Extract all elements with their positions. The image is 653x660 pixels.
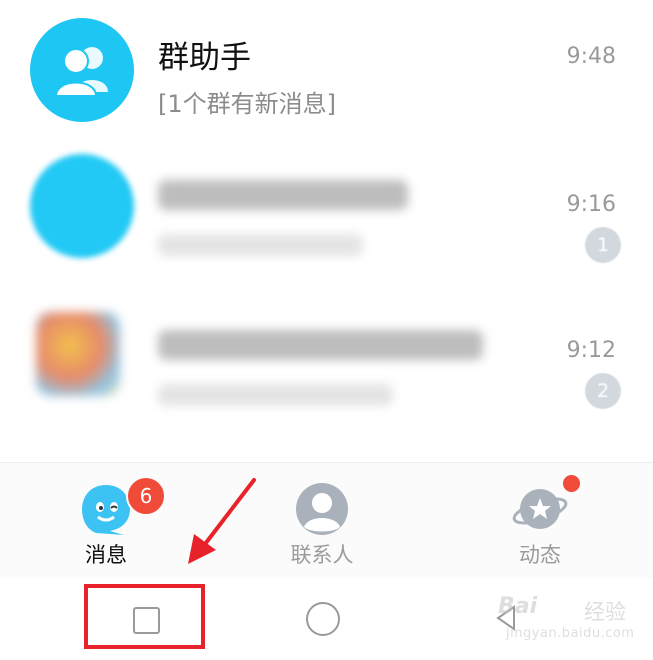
watermark-name: 经验 bbox=[584, 600, 626, 624]
baidu-jingyan-watermark: Bai 经验 jingyan.baidu.com bbox=[486, 592, 646, 652]
bottom-tab-bar: 6 消息 联系人 动态 bbox=[0, 462, 653, 578]
tab-label: 消息 bbox=[85, 543, 127, 567]
watermark-url: jingyan.baidu.com bbox=[506, 626, 635, 641]
group-assistant-avatar bbox=[30, 18, 134, 122]
tab-messages[interactable]: 6 消息 bbox=[36, 463, 176, 578]
new-activity-dot bbox=[561, 473, 582, 494]
contact-person-icon bbox=[296, 483, 348, 535]
chat-preview: [1个群有新消息] bbox=[158, 90, 336, 118]
highlight-box-annotation bbox=[84, 584, 205, 649]
unread-messages-badge: 6 bbox=[126, 476, 166, 516]
blurred-chat-preview bbox=[158, 234, 363, 256]
tab-contacts[interactable]: 联系人 bbox=[252, 463, 392, 578]
chat-item-group-assistant[interactable]: 群助手 [1个群有新消息] 9:48 bbox=[0, 0, 653, 140]
chat-time: 9:48 bbox=[566, 44, 616, 69]
chat-title: 群助手 bbox=[158, 40, 251, 76]
blurred-chat-title bbox=[158, 330, 483, 360]
chat-time: 9:16 bbox=[566, 192, 616, 217]
tab-label: 动态 bbox=[519, 543, 561, 567]
tab-label: 联系人 bbox=[290, 543, 354, 567]
penguin-chat-icon bbox=[82, 485, 130, 535]
blurred-avatar bbox=[30, 154, 134, 258]
planet-star-icon bbox=[512, 489, 568, 529]
blurred-avatar bbox=[36, 312, 120, 396]
blurred-chat-preview bbox=[158, 384, 393, 406]
watermark-logo: Bai bbox=[498, 594, 538, 619]
chat-list: 群助手 [1个群有新消息] 9:48 9:16 1 9:12 2 bbox=[0, 0, 653, 462]
unread-count-badge: 1 bbox=[585, 227, 621, 263]
unread-count-badge: 2 bbox=[585, 373, 621, 409]
chat-item-blurred-1[interactable]: 9:16 1 bbox=[0, 150, 653, 290]
chat-item-blurred-2[interactable]: 9:12 2 bbox=[0, 300, 653, 440]
group-people-icon bbox=[54, 47, 108, 97]
red-arrow-annotation-icon bbox=[188, 478, 256, 564]
blurred-chat-title bbox=[158, 180, 408, 210]
chat-time: 9:12 bbox=[566, 338, 616, 363]
tab-dynamic[interactable]: 动态 bbox=[470, 463, 610, 578]
home-circle-icon[interactable] bbox=[306, 602, 340, 636]
